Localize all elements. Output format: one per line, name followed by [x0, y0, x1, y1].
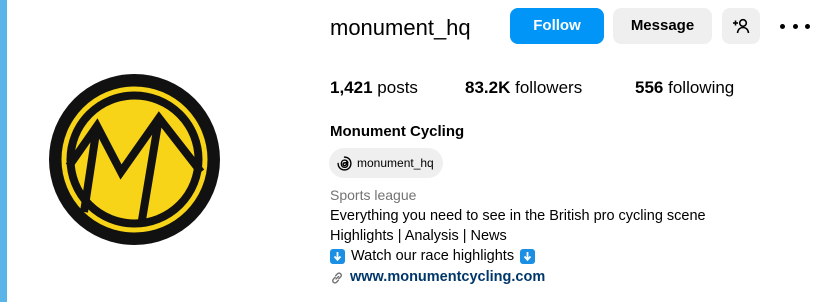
followers-stat[interactable]: 83.2K followers [465, 77, 582, 99]
profile-website-link[interactable]: www.monumentcycling.com [330, 268, 545, 287]
followers-count: 83.2K [465, 78, 511, 97]
following-stat[interactable]: 556 following [635, 77, 734, 99]
avatar[interactable] [49, 74, 220, 245]
monument-logo-icon [49, 74, 220, 245]
more-dot [792, 23, 798, 29]
link-icon [332, 271, 342, 284]
more-dot [780, 23, 785, 29]
website-url: www.monumentcycling.com [350, 269, 546, 285]
following-count: 556 [635, 78, 664, 97]
suggest-users-button[interactable] [722, 8, 760, 44]
threads-handle: monument_hq [357, 156, 434, 170]
bio-line-highlights: Watch our race highlights [330, 247, 536, 266]
profile-header: monument_hq Follow Message 1,421 posts 8… [7, 0, 828, 302]
posts-label: posts [377, 78, 418, 97]
threads-icon [337, 155, 352, 171]
followers-label: followers [515, 78, 583, 97]
follow-button[interactable]: Follow [510, 8, 604, 44]
posts-stat: 1,421 posts [330, 77, 418, 99]
posts-count: 1,421 [330, 78, 373, 97]
profile-username: monument_hq [330, 15, 471, 40]
following-label: following [668, 78, 735, 97]
arrow-down-emoji-icon [330, 249, 345, 264]
threads-badge[interactable]: monument_hq [329, 148, 443, 178]
bio-line: Everything you need to see in the Britis… [330, 208, 706, 224]
bio-highlights-text: Watch our race highlights [351, 248, 515, 264]
arrow-down-emoji-icon [520, 249, 536, 264]
profile-category: Sports league [330, 187, 417, 203]
bio-line: Highlights | Analysis | News [330, 228, 507, 244]
profile-display-name: Monument Cycling [330, 123, 465, 140]
more-dot [805, 23, 810, 29]
message-button[interactable]: Message [613, 8, 712, 44]
add-user-icon [733, 18, 750, 34]
more-options-icon[interactable] [780, 13, 810, 39]
